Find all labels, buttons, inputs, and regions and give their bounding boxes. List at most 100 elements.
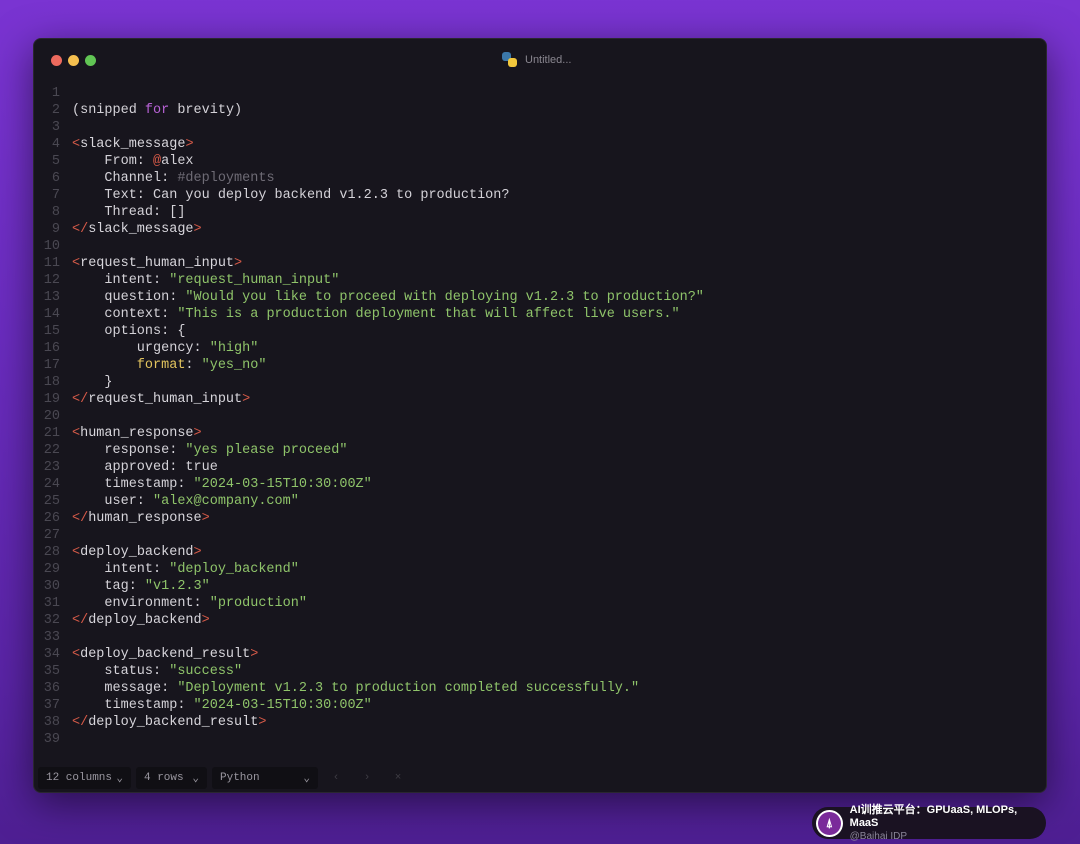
code-token: brevity) <box>169 103 242 118</box>
code-line: 36 message: "Deployment v1.2.3 to produc… <box>34 680 704 697</box>
line-number: 39 <box>34 731 70 748</box>
code-editor[interactable]: 12(snipped for brevity)34<slack_message>… <box>34 85 704 748</box>
close-window-button[interactable] <box>51 55 62 66</box>
code-line: 14 context: "This is a production deploy… <box>34 306 704 323</box>
previous-button[interactable]: ‹ <box>323 767 349 789</box>
code-token: context: <box>72 307 177 322</box>
line-number: 30 <box>34 578 70 595</box>
minimize-window-button[interactable] <box>68 55 79 66</box>
code-token: "yes please proceed" <box>185 443 347 458</box>
code-line: 24 timestamp: "2024-03-15T10:30:00Z" <box>34 476 704 493</box>
code-line: 13 question: "Would you like to proceed … <box>34 289 704 306</box>
python-icon <box>502 52 517 67</box>
line-number: 21 <box>34 425 70 442</box>
code-token: > <box>202 511 210 526</box>
chevron-down-icon: ⌄ <box>303 771 310 785</box>
code-token: for <box>145 103 169 118</box>
window-title: Untitled... <box>502 52 571 67</box>
line-number: 9 <box>34 221 70 238</box>
code-token: > <box>185 137 193 152</box>
code-line: 22 response: "yes please proceed" <box>34 442 704 459</box>
code-line: 4<slack_message> <box>34 136 704 153</box>
code-token: </ <box>72 715 88 730</box>
code-token: alex <box>161 154 193 169</box>
line-number: 13 <box>34 289 70 306</box>
line-number: 17 <box>34 357 70 374</box>
code-line: 12 intent: "request_human_input" <box>34 272 704 289</box>
code-line: 8 Thread: [] <box>34 204 704 221</box>
code-token: "high" <box>210 341 259 356</box>
line-number: 29 <box>34 561 70 578</box>
line-number: 37 <box>34 697 70 714</box>
code-token: </ <box>72 392 88 407</box>
line-number: 18 <box>34 374 70 391</box>
code-token: human_response <box>88 511 201 526</box>
line-number: 34 <box>34 646 70 663</box>
code-token: </ <box>72 613 88 628</box>
code-token: "production" <box>210 596 307 611</box>
line-number: 5 <box>34 153 70 170</box>
code-line: 3 <box>34 119 704 136</box>
code-line: 9</slack_message> <box>34 221 704 238</box>
window-title-text: Untitled... <box>525 54 571 66</box>
chevron-down-icon: ⌄ <box>116 771 123 785</box>
code-window: Untitled... 12(snipped for brevity)34<sl… <box>33 38 1047 793</box>
line-number: 33 <box>34 629 70 646</box>
next-button[interactable]: › <box>354 767 380 789</box>
language-select[interactable]: Python ⌄ <box>212 767 318 789</box>
line-number: 2 <box>34 102 70 119</box>
code-token: "Would you like to proceed with deployin… <box>185 290 703 305</box>
code-line: 6 Channel: #deployments <box>34 170 704 187</box>
code-line: 30 tag: "v1.2.3" <box>34 578 704 595</box>
code-line: 28<deploy_backend> <box>34 544 704 561</box>
code-token: "Deployment v1.2.3 to production complet… <box>177 681 639 696</box>
code-token: > <box>242 392 250 407</box>
rows-select[interactable]: 4 rows⌄ <box>136 767 207 789</box>
line-number: 32 <box>34 612 70 629</box>
code-token: intent: <box>72 562 169 577</box>
line-number: 16 <box>34 340 70 357</box>
code-token: request_human_input <box>88 392 242 407</box>
code-token: "yes_no" <box>202 358 267 373</box>
code-token: < <box>72 256 80 271</box>
code-line: 17 format: "yes_no" <box>34 357 704 374</box>
code-token: > <box>194 545 202 560</box>
close-icon[interactable]: × <box>385 767 411 789</box>
line-number: 10 <box>34 238 70 255</box>
code-token: > <box>250 647 258 662</box>
code-token: "v1.2.3" <box>145 579 210 594</box>
badge-title: AI训推云平台：GPUaaS, MLOPs, MaaS <box>850 804 1046 830</box>
code-token: < <box>72 545 80 560</box>
code-line: 21<human_response> <box>34 425 704 442</box>
code-token: timestamp: <box>72 477 194 492</box>
line-number: 20 <box>34 408 70 425</box>
title-bar: Untitled... <box>34 39 1046 79</box>
code-token: "request_human_input" <box>169 273 339 288</box>
code-line: 18 } <box>34 374 704 391</box>
code-token: < <box>72 647 80 662</box>
columns-value: 12 columns <box>46 772 112 784</box>
code-token: (snipped <box>72 103 145 118</box>
line-number: 25 <box>34 493 70 510</box>
code-token: > <box>202 613 210 628</box>
columns-select[interactable]: 12 columns ⌄ <box>38 767 131 789</box>
line-number: 1 <box>34 85 70 102</box>
code-token: "deploy_backend" <box>169 562 299 577</box>
code-line: 15 options: { <box>34 323 704 340</box>
code-token: #deployments <box>177 171 274 186</box>
code-token: Text: Can you deploy backend v1.2.3 to p… <box>72 188 509 203</box>
code-line: 26</human_response> <box>34 510 704 527</box>
code-token: </ <box>72 511 88 526</box>
code-token: slack_message <box>88 222 193 237</box>
code-token: deploy_backend <box>88 613 201 628</box>
language-value: Python <box>220 772 260 784</box>
code-line: 29 intent: "deploy_backend" <box>34 561 704 578</box>
code-line: 32</deploy_backend> <box>34 612 704 629</box>
code-line: 10 <box>34 238 704 255</box>
lighthouse-logo-icon: ⍋ <box>816 810 843 837</box>
line-number: 24 <box>34 476 70 493</box>
line-number: 27 <box>34 527 70 544</box>
code-token: Thread: [] <box>72 205 185 220</box>
bottom-toolbar: 12 columns ⌄ 4 rows⌄ Python ⌄ ‹ › × <box>38 767 411 789</box>
maximize-window-button[interactable] <box>85 55 96 66</box>
